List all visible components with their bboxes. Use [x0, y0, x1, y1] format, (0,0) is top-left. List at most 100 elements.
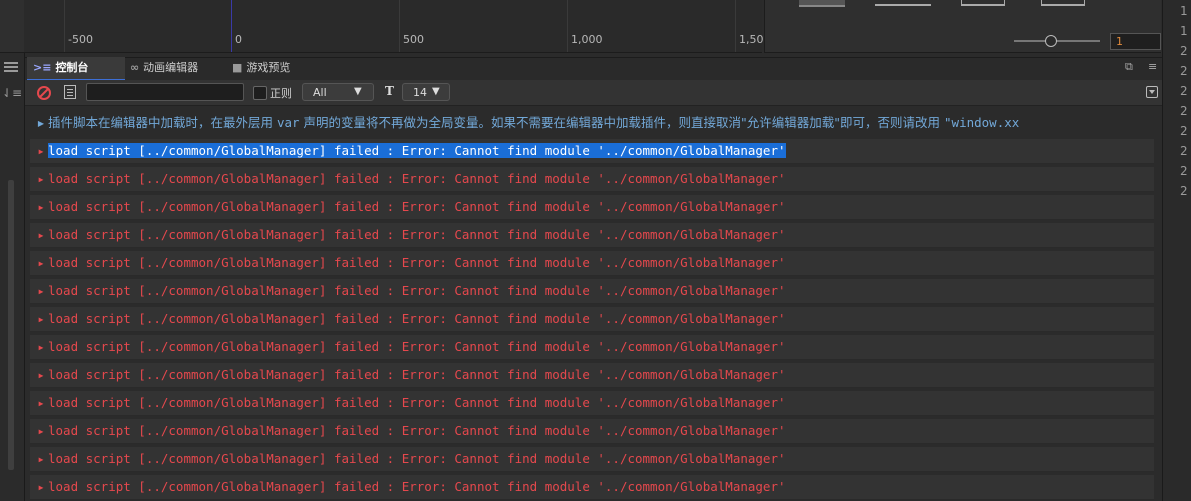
chevron-down-icon: ▼: [432, 86, 440, 97]
expand-triangle-icon[interactable]: ▶: [34, 252, 48, 276]
font-size-icon: T: [385, 84, 394, 98]
error-text: load script [../common/GlobalManager] fa…: [48, 199, 786, 214]
line-number: 2: [1180, 84, 1188, 98]
animation-icon: ∞: [130, 61, 140, 74]
expand-triangle-icon[interactable]: ▶: [34, 420, 48, 444]
console-icon: >≡: [33, 61, 52, 74]
line-number: 2: [1180, 124, 1188, 138]
log-row-error[interactable]: ▶ load script [../common/GlobalManager] f…: [30, 391, 1154, 416]
tick-label: 0: [235, 33, 242, 46]
font-size-select[interactable]: 14: [402, 83, 450, 101]
zoom-value-input[interactable]: 1: [1110, 33, 1161, 50]
tab-game-preview[interactable]: ■ 游戏预览: [226, 57, 312, 79]
expand-triangle-icon[interactable]: ▶: [34, 392, 48, 416]
log-row-error[interactable]: ▶ load script [../common/GlobalManager] f…: [30, 363, 1154, 388]
info-text: 声明的变量将不再做为全局变量。如果不需要在编辑器中加载插件，则直接取消"允许编辑…: [299, 115, 945, 130]
menu-icon[interactable]: [4, 62, 18, 72]
info-code: "window.xx: [944, 115, 1020, 130]
error-text: load script [../common/GlobalManager] fa…: [48, 423, 786, 438]
error-text: load script [../common/GlobalManager] fa…: [48, 143, 786, 158]
zoom-slider-handle[interactable]: [1045, 35, 1057, 47]
tab-animation-editor[interactable]: ∞ 动画编辑器: [124, 57, 230, 79]
layout-button[interactable]: [1041, 0, 1085, 6]
error-text: load script [../common/GlobalManager] fa…: [48, 227, 786, 242]
expand-triangle-icon[interactable]: ▶: [34, 168, 48, 192]
panel-menu-icon[interactable]: ≡: [1148, 60, 1157, 73]
tick-label: 500: [403, 33, 424, 46]
left-panel-top: [0, 0, 24, 53]
filter-input[interactable]: [86, 83, 244, 101]
error-text: load script [../common/GlobalManager] fa…: [48, 395, 786, 410]
tab-label: 动画编辑器: [143, 61, 199, 74]
line-number: 2: [1180, 104, 1188, 118]
log-row-error[interactable]: ▶ load script [../common/GlobalManager] f…: [30, 307, 1154, 332]
error-text: load script [../common/GlobalManager] fa…: [48, 451, 786, 466]
error-text: load script [../common/GlobalManager] fa…: [48, 311, 786, 326]
expand-triangle-icon[interactable]: ▶: [34, 140, 48, 164]
log-row-error[interactable]: ▶ load script [../common/GlobalManager] f…: [30, 223, 1154, 248]
chevron-down-icon: ▼: [354, 86, 362, 97]
layout-button[interactable]: [875, 0, 931, 6]
error-text: load script [../common/GlobalManager] fa…: [48, 255, 786, 270]
layout-button[interactable]: [961, 0, 1005, 6]
log-row-error[interactable]: ▶ load script [../common/GlobalManager] f…: [30, 167, 1154, 192]
popout-icon[interactable]: ⧉: [1125, 60, 1133, 74]
log-row-info[interactable]: ▶ 插件脚本在编辑器中加载时，在最外层用 var 声明的变量将不再做为全局变量。如…: [30, 111, 1154, 135]
video-icon: ■: [232, 61, 243, 74]
tick-label: 1,50: [739, 33, 764, 46]
error-text: load script [../common/GlobalManager] fa…: [48, 283, 786, 298]
timeline-ruler[interactable]: -500 0 500 1,000 1,50: [24, 0, 764, 53]
left-scrollbar[interactable]: [8, 180, 14, 470]
error-text: load script [../common/GlobalManager] fa…: [48, 367, 786, 382]
line-number: 2: [1180, 144, 1188, 158]
grid-line: [735, 0, 736, 52]
expand-triangle-icon[interactable]: ▶: [34, 112, 48, 136]
layout-button[interactable]: [799, 0, 845, 7]
expand-triangle-icon[interactable]: ▶: [34, 448, 48, 472]
grid-line: [399, 0, 400, 52]
info-text: 插件脚本在编辑器中加载时，在最外层用: [48, 115, 277, 130]
log-level-select[interactable]: All: [302, 83, 374, 101]
line-number: 1: [1180, 24, 1188, 38]
log-row-error[interactable]: ▶ load script [../common/GlobalManager] f…: [30, 475, 1154, 500]
log-row-error[interactable]: ▶ load script [../common/GlobalManager] f…: [30, 419, 1154, 444]
zoom-slider-track[interactable]: [1014, 40, 1100, 42]
open-log-file-icon[interactable]: [64, 85, 76, 99]
tick-label: 1,000: [571, 33, 603, 46]
info-code: var: [276, 115, 300, 130]
log-row-error[interactable]: ▶ load script [../common/GlobalManager] f…: [30, 139, 1154, 164]
expand-triangle-icon[interactable]: ▶: [34, 196, 48, 220]
expand-triangle-icon[interactable]: ▶: [34, 364, 48, 388]
line-number: 2: [1180, 164, 1188, 178]
error-text: load script [../common/GlobalManager] fa…: [48, 479, 786, 494]
expand-triangle-icon[interactable]: ▶: [34, 280, 48, 304]
error-text: load script [../common/GlobalManager] fa…: [48, 171, 786, 186]
tick-label: -500: [68, 33, 93, 46]
inspector-panel: [764, 0, 1161, 53]
grid-line: [567, 0, 568, 52]
line-number: 1: [1180, 4, 1188, 18]
regex-label: 正则: [270, 87, 292, 100]
expand-triangle-icon[interactable]: ▶: [34, 476, 48, 500]
tab-label: 控制台: [55, 61, 89, 74]
log-row-error[interactable]: ▶ load script [../common/GlobalManager] f…: [30, 195, 1154, 220]
origin-line: [231, 0, 232, 52]
sort-icon[interactable]: ⇃≡: [2, 86, 22, 100]
line-number: 2: [1180, 44, 1188, 58]
line-number: 2: [1180, 64, 1188, 78]
tab-console[interactable]: >≡ 控制台: [27, 57, 125, 81]
tab-label: 游戏预览: [246, 61, 291, 74]
log-row-error[interactable]: ▶ load script [../common/GlobalManager] f…: [30, 447, 1154, 472]
expand-triangle-icon[interactable]: ▶: [34, 336, 48, 360]
line-number: 2: [1180, 184, 1188, 198]
expand-triangle-icon[interactable]: ▶: [34, 224, 48, 248]
grid-line: [64, 0, 65, 52]
clear-icon[interactable]: [37, 86, 51, 100]
log-row-error[interactable]: ▶ load script [../common/GlobalManager] f…: [30, 279, 1154, 304]
error-text: load script [../common/GlobalManager] fa…: [48, 339, 786, 354]
expand-triangle-icon[interactable]: ▶: [34, 308, 48, 332]
log-row-error[interactable]: ▶ load script [../common/GlobalManager] f…: [30, 335, 1154, 360]
log-row-error[interactable]: ▶ load script [../common/GlobalManager] f…: [30, 251, 1154, 276]
regex-checkbox[interactable]: [253, 86, 267, 100]
collapse-icon[interactable]: [1146, 86, 1158, 98]
